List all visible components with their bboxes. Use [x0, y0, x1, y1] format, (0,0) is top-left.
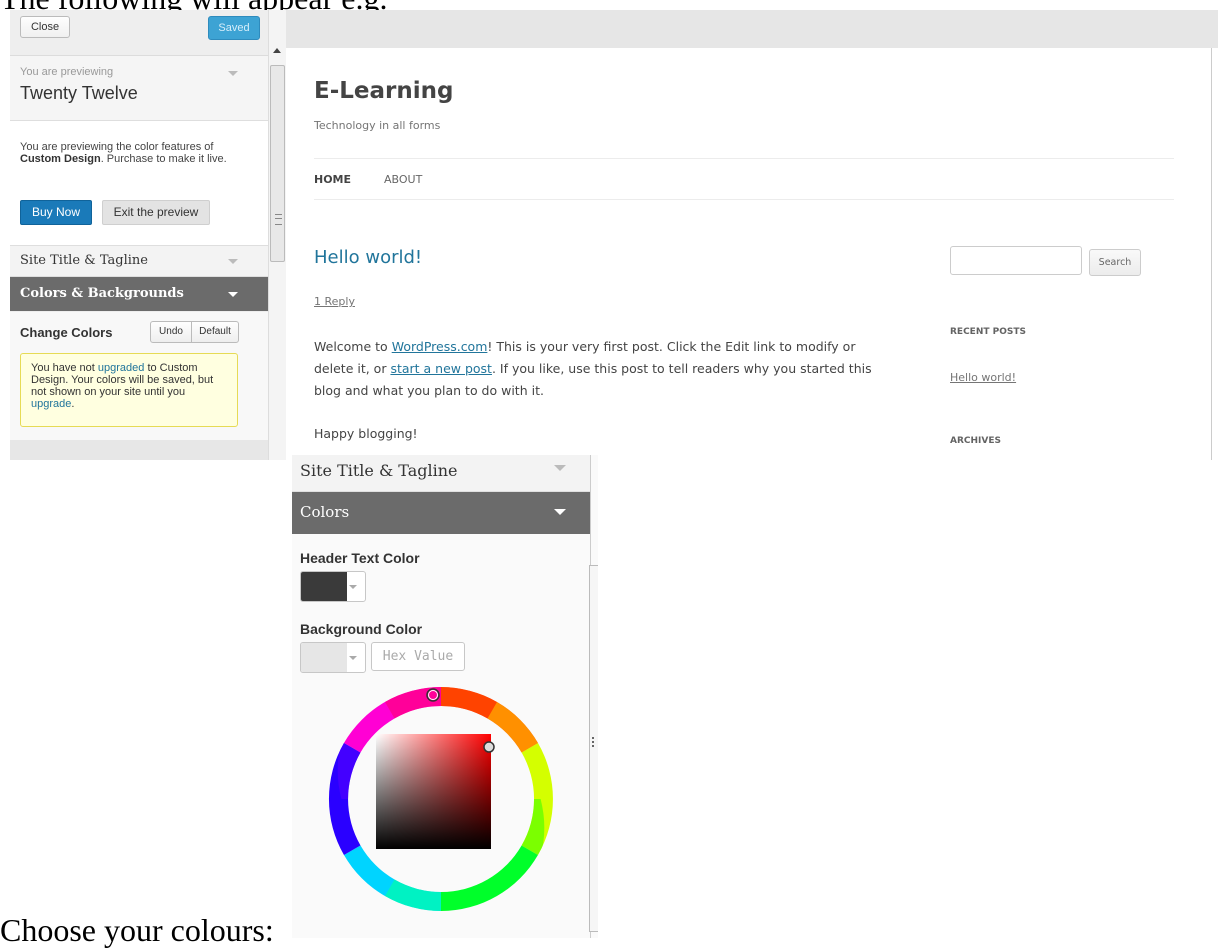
section-colors-backgrounds[interactable]: Colors & Backgrounds: [10, 277, 268, 311]
nav-divider-top: [314, 158, 1174, 159]
chevron-down-icon: [349, 656, 357, 660]
preview-scrollbar[interactable]: [1211, 48, 1218, 460]
default-button[interactable]: Default: [191, 321, 239, 343]
hex-value-input[interactable]: Hex Value: [371, 642, 465, 671]
section-site-title-label: Site Title & Tagline: [300, 461, 458, 480]
chevron-down-icon: [349, 585, 357, 589]
chevron-down-icon: [554, 465, 566, 471]
background-color-picker[interactable]: [300, 642, 366, 673]
site-title[interactable]: E-Learning: [314, 78, 453, 104]
wordpress-link[interactable]: WordPress.com: [392, 339, 488, 354]
section-site-title[interactable]: Site Title & Tagline: [10, 246, 268, 277]
upgraded-link[interactable]: upgraded: [98, 362, 145, 374]
section-colors[interactable]: Colors: [292, 492, 590, 534]
color-handle[interactable]: [483, 741, 495, 753]
color-wheel[interactable]: [326, 684, 556, 914]
section-colors-label: Colors & Backgrounds: [20, 286, 184, 301]
nav-divider-bottom: [314, 199, 1174, 200]
undo-button[interactable]: Undo: [150, 321, 192, 343]
preview-top-bar: [286, 10, 1218, 48]
upgrade-link[interactable]: upgrade: [31, 398, 71, 410]
section-site-title[interactable]: Site Title & Tagline: [292, 455, 590, 492]
search-button[interactable]: Search: [1089, 249, 1141, 276]
site-preview: E-Learning Technology in all forms HOME …: [286, 10, 1218, 460]
grip-icon: [592, 737, 596, 747]
colors-screenshot: Site Title & Tagline Colors Header Text …: [292, 455, 598, 938]
change-colors-label: Change Colors: [20, 325, 113, 340]
background-color-swatch: [301, 643, 347, 672]
previewing-label: You are previewing: [20, 66, 114, 78]
notice-text: You are previewing the color features of…: [20, 141, 227, 165]
sidebar-scrollbar[interactable]: [268, 10, 287, 460]
nav-home[interactable]: HOME: [314, 173, 351, 186]
theme-name: Twenty Twelve: [20, 83, 138, 103]
change-colors-panel: Change Colors Undo Default You have not …: [10, 312, 268, 460]
buy-now-button[interactable]: Buy Now: [20, 200, 92, 225]
brightness-overlay: [376, 734, 491, 849]
chevron-down-icon: [554, 509, 566, 515]
warning-text: You have not upgraded to Custom Design. …: [31, 362, 214, 410]
recent-post-link[interactable]: Hello world!: [950, 371, 1016, 384]
close-button[interactable]: Close: [20, 16, 70, 38]
product-name: Custom Design: [20, 153, 101, 165]
background-color-label: Background Color: [300, 621, 423, 637]
chevron-down-icon: [228, 292, 238, 297]
scroll-up-icon[interactable]: [273, 48, 281, 53]
header-color-swatch: [301, 572, 347, 601]
preview-notice: You are previewing the color features of…: [10, 121, 268, 246]
panel-scrollbar[interactable]: [589, 455, 598, 938]
header-text-color-picker[interactable]: [300, 571, 366, 602]
theme-preview-section[interactable]: You are previewing Twenty Twelve: [10, 56, 268, 121]
customizer-topbar: Close Saved: [10, 10, 268, 56]
scroll-thumb[interactable]: [589, 565, 598, 932]
post-closing: Happy blogging!: [314, 426, 418, 441]
chevron-down-icon: [228, 259, 238, 264]
section-site-title-label: Site Title & Tagline: [20, 253, 148, 268]
panel-bottom: [10, 440, 268, 460]
caption-bottom: Choose your colours:: [0, 912, 274, 948]
new-post-link[interactable]: start a new post: [390, 361, 492, 376]
chevron-down-icon: [228, 71, 238, 76]
archives-heading: ARCHIVES: [950, 436, 1001, 446]
exit-preview-button[interactable]: Exit the preview: [102, 200, 210, 225]
customizer-screenshot: Close Saved You are previewing Twenty Tw…: [10, 10, 1218, 460]
section-colors-label: Colors: [300, 503, 350, 521]
recent-posts-heading: RECENT POSTS: [950, 327, 1026, 337]
post-body: Welcome to WordPress.com! This is your v…: [314, 339, 872, 398]
header-text-color-label: Header Text Color: [300, 550, 420, 566]
post-title[interactable]: Hello world!: [314, 247, 422, 268]
customizer-sidebar: Close Saved You are previewing Twenty Tw…: [10, 10, 268, 460]
upgrade-warning: You have not upgraded to Custom Design. …: [20, 353, 238, 427]
saved-button[interactable]: Saved: [208, 16, 260, 40]
search-input[interactable]: [950, 246, 1082, 275]
nav-about[interactable]: ABOUT: [384, 173, 422, 186]
reply-link[interactable]: 1 Reply: [314, 295, 355, 308]
grip-icon: [275, 214, 282, 225]
scroll-thumb[interactable]: [270, 65, 285, 262]
site-tagline: Technology in all forms: [314, 119, 441, 132]
